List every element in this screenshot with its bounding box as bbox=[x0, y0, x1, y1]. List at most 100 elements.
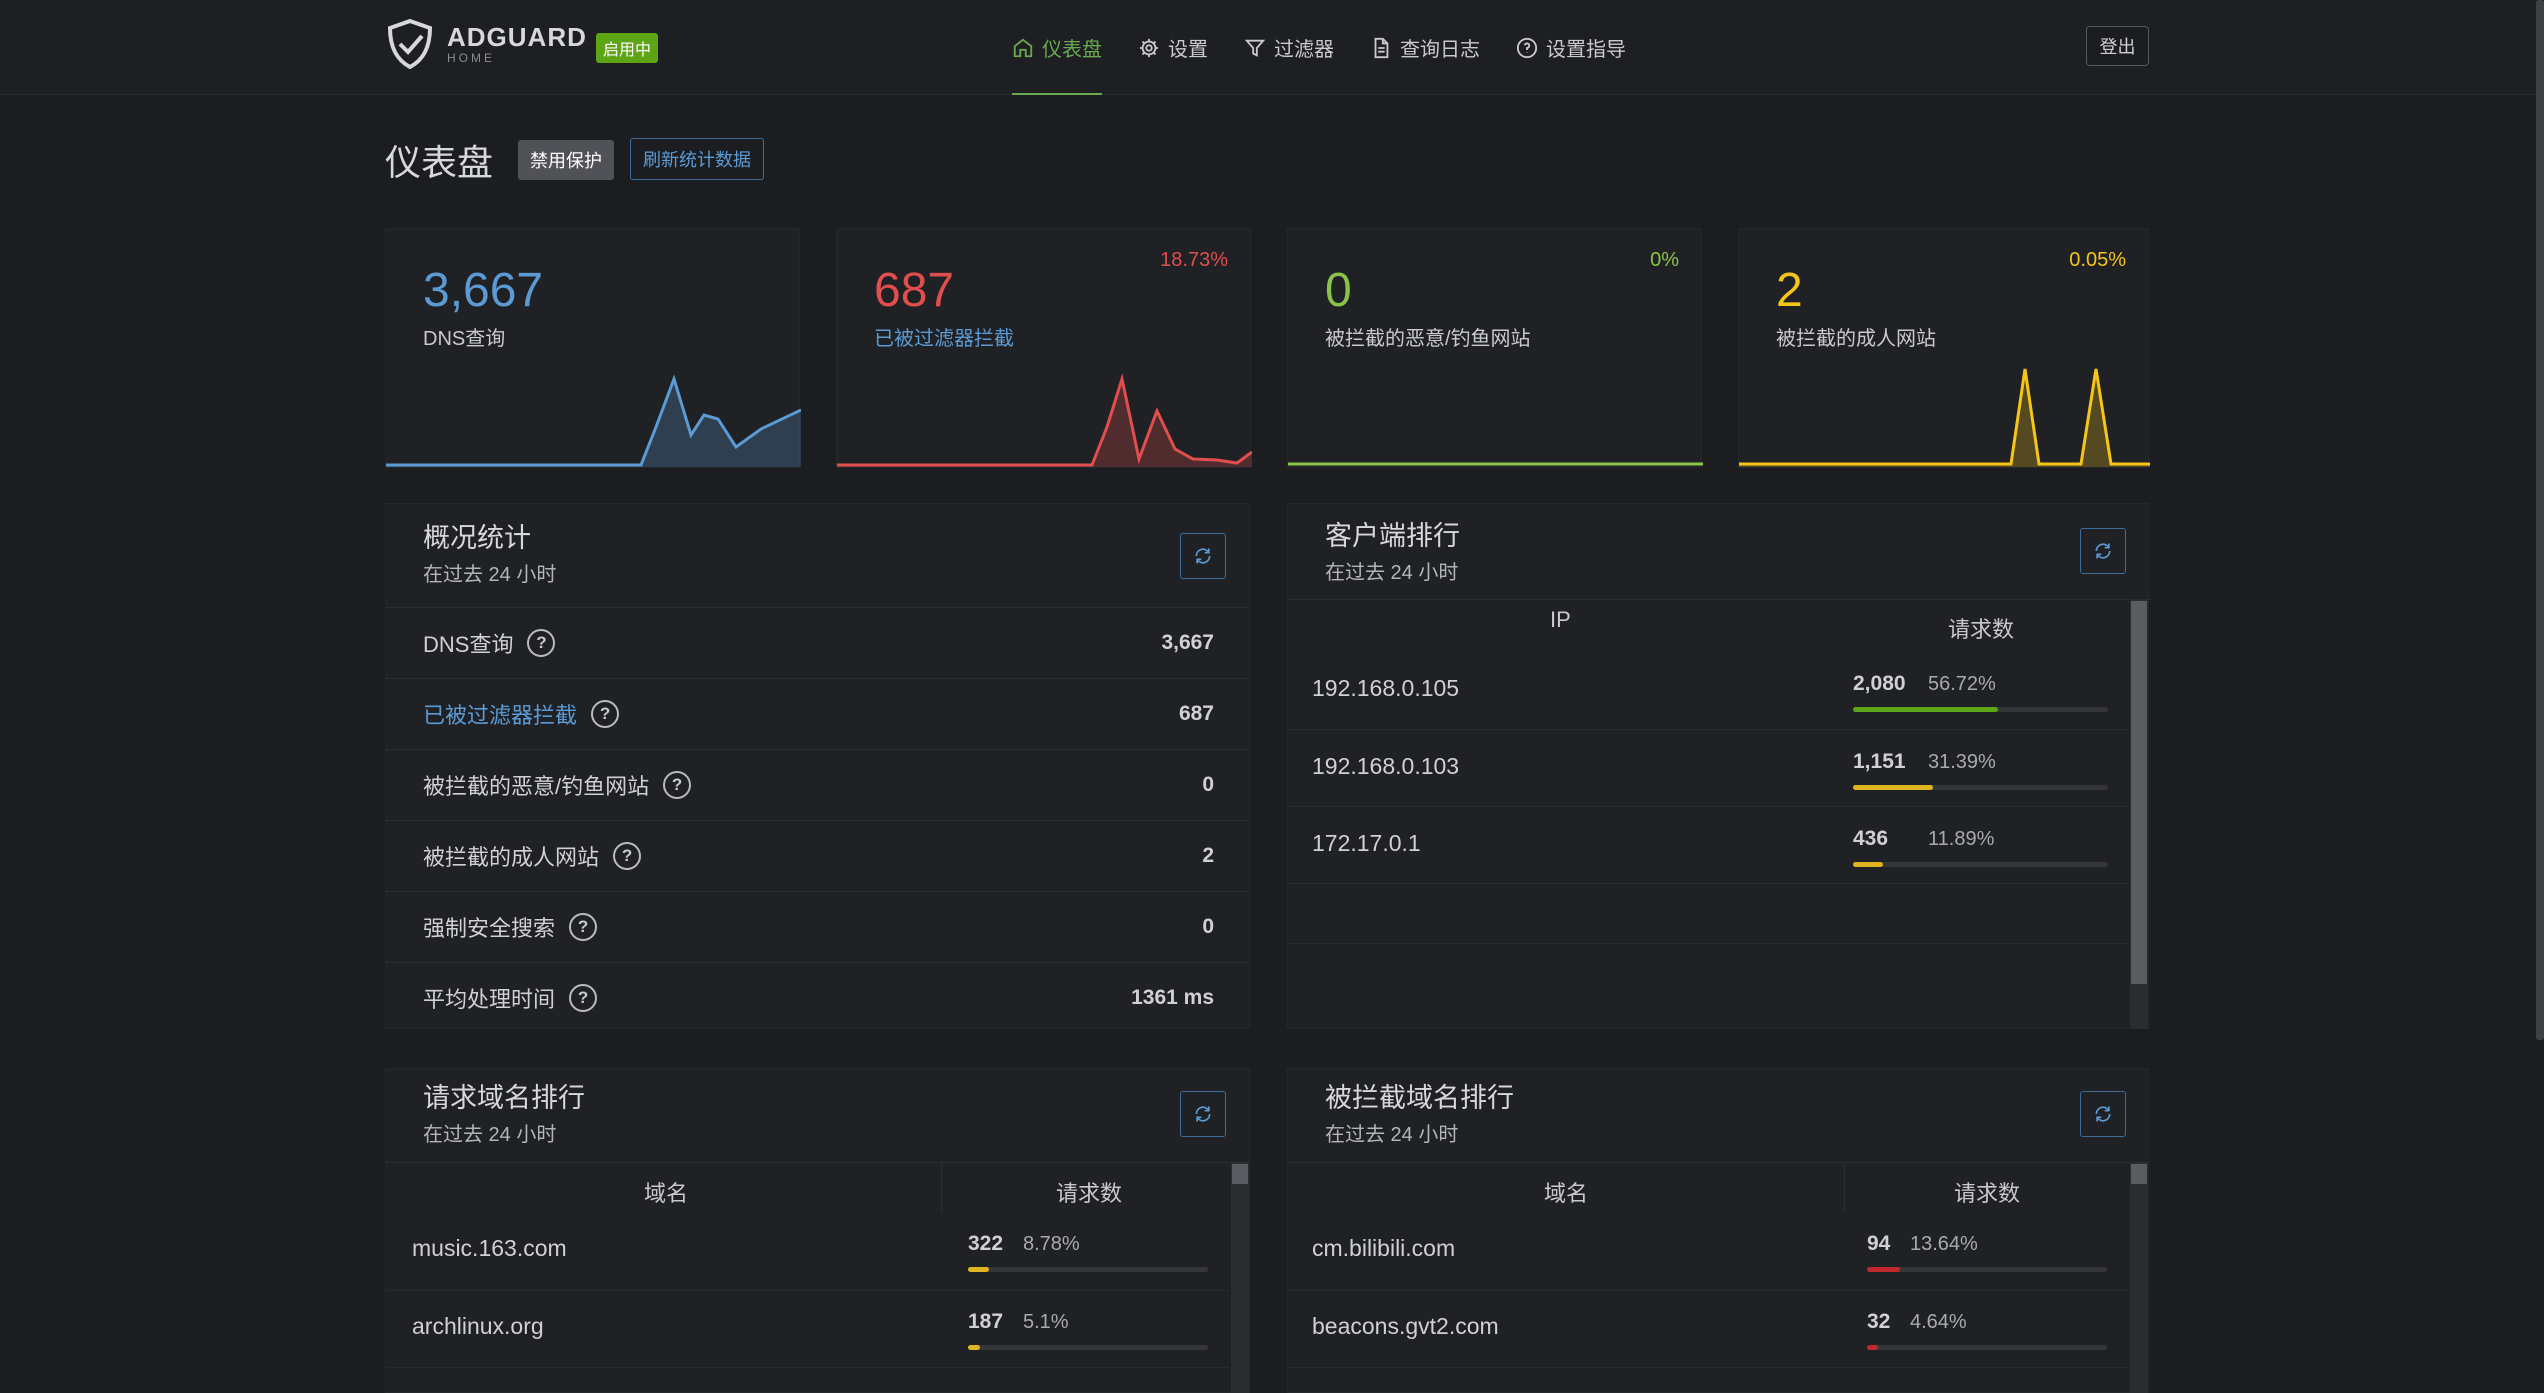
panel-subtitle: 在过去 24 小时 bbox=[423, 564, 557, 586]
panel-subtitle: 在过去 24 小时 bbox=[1325, 562, 1459, 584]
help-icon[interactable]: ? bbox=[527, 629, 556, 657]
stat-card-blocked-filters: 18.73% 687 已被过滤器拦截 bbox=[836, 228, 1252, 468]
stat-value: 3,667 bbox=[423, 264, 544, 317]
table-row[interactable]: 192.168.0.103 1,151 31.39% bbox=[1288, 729, 2128, 806]
table-row[interactable]: 192.168.0.105 2,080 56.72% bbox=[1288, 652, 2128, 729]
gear-icon bbox=[1139, 38, 1159, 57]
column-header-count[interactable]: 请求数 bbox=[1954, 1176, 2020, 1208]
table-row[interactable]: 172.17.0.1 436 11.89% bbox=[1288, 806, 2128, 883]
refresh-icon bbox=[2095, 543, 2111, 559]
request-count: 322 bbox=[968, 1232, 1004, 1255]
refresh-stats-button[interactable]: 刷新统计数据 bbox=[630, 138, 764, 180]
overview-row-malware-phishing: 被拦截的恶意/钓鱼网站? 0 bbox=[386, 749, 1250, 820]
progress-bar bbox=[1867, 1267, 2107, 1272]
progress-fill bbox=[1853, 785, 1934, 790]
page-scrollbar[interactable] bbox=[2536, 0, 2544, 1040]
nav-label: 设置指导 bbox=[1546, 39, 1626, 61]
stat-percent: 0.05% bbox=[2069, 249, 2126, 271]
nav-dashboard[interactable]: 仪表盘 bbox=[1012, 0, 1102, 95]
row-label[interactable]: 已被过滤器拦截 bbox=[423, 698, 577, 730]
brand-sub: HOME bbox=[447, 51, 495, 65]
refresh-button[interactable] bbox=[1180, 1091, 1226, 1137]
overview-stats-panel: 概况统计 在过去 24 小时 DNS查询? 3,667 已被过滤器拦截? 687… bbox=[385, 503, 1250, 1029]
domain-name: beacons.gvt2.com bbox=[1312, 1313, 1499, 1339]
help-icon[interactable]: ? bbox=[663, 771, 692, 799]
disable-protection-button[interactable]: 禁用保护 bbox=[518, 140, 614, 180]
protection-status-badge: 启用中 bbox=[596, 33, 659, 63]
logout-button[interactable]: 登出 bbox=[2086, 26, 2149, 66]
column-header-domain[interactable]: 域名 bbox=[644, 1176, 688, 1208]
table-row[interactable]: music.163.com 322 8.78% bbox=[386, 1213, 1229, 1290]
help-icon[interactable]: ? bbox=[569, 984, 598, 1012]
nav-label: 设置 bbox=[1168, 39, 1208, 61]
help-icon[interactable]: ? bbox=[569, 913, 598, 941]
nav-query-log[interactable]: 查询日志 bbox=[1370, 0, 1480, 95]
stat-percent: 0% bbox=[1650, 249, 1679, 271]
refresh-button[interactable] bbox=[2080, 528, 2126, 574]
request-percent: 8.78% bbox=[1023, 1233, 1080, 1255]
row-label: DNS查询 bbox=[423, 632, 514, 657]
nav-label: 仪表盘 bbox=[1042, 39, 1102, 61]
document-icon bbox=[1374, 37, 1389, 58]
table-row[interactable]: archlinux.org 187 5.1% bbox=[386, 1290, 1229, 1367]
row-value: 1361 ms bbox=[1131, 986, 1214, 1009]
progress-bar bbox=[1853, 785, 2108, 790]
domain-name: archlinux.org bbox=[412, 1313, 544, 1339]
scrollbar[interactable] bbox=[1231, 1162, 1249, 1393]
row-value: 687 bbox=[1178, 702, 1214, 725]
request-percent: 56.72% bbox=[1928, 673, 1996, 695]
malware-phishing-sparkline bbox=[1288, 462, 1703, 466]
request-count: 94 bbox=[1867, 1232, 1891, 1255]
progress-fill bbox=[1853, 707, 1998, 712]
nav-settings[interactable]: 设置 bbox=[1138, 0, 1208, 95]
stat-label[interactable]: 已被过滤器拦截 bbox=[874, 322, 1014, 351]
brand-name: ADGUARD bbox=[447, 22, 587, 52]
request-count: 1,151 bbox=[1853, 750, 1906, 773]
row-value: 0 bbox=[1202, 773, 1214, 796]
request-percent: 13.64% bbox=[1910, 1233, 1978, 1255]
help-icon[interactable]: ? bbox=[591, 700, 620, 728]
stat-value: 2 bbox=[1776, 264, 1803, 317]
table-row-partial[interactable] bbox=[386, 1367, 1229, 1393]
nav-label: 查询日志 bbox=[1400, 39, 1480, 61]
table-row[interactable]: beacons.gvt2.com 32 4.64% bbox=[1288, 1290, 2128, 1367]
progress-fill bbox=[1853, 862, 1884, 867]
column-header-ip[interactable]: IP bbox=[1550, 607, 1571, 633]
scrollbar-thumb[interactable] bbox=[2131, 601, 2147, 984]
column-header-count[interactable]: 请求数 bbox=[1948, 612, 2014, 644]
adult-sites-sparkline bbox=[1739, 368, 2150, 467]
scrollbar[interactable] bbox=[2130, 599, 2148, 1029]
refresh-button[interactable] bbox=[2080, 1091, 2126, 1137]
help-icon[interactable]: ? bbox=[613, 842, 642, 870]
column-header-domain[interactable]: 域名 bbox=[1544, 1176, 1588, 1208]
row-label: 强制安全搜索 bbox=[423, 916, 556, 941]
top-queried-domains-panel: 请求域名排行 在过去 24 小时 域名 请求数 music.163.com 32… bbox=[385, 1068, 1251, 1393]
overview-row-dns-queries: DNS查询? 3,667 bbox=[386, 607, 1250, 678]
nav-label: 过滤器 bbox=[1274, 39, 1334, 61]
scrollbar[interactable] bbox=[2130, 1162, 2148, 1393]
progress-bar bbox=[1853, 862, 2108, 867]
table-row-partial[interactable] bbox=[1288, 1367, 2128, 1393]
table-row[interactable]: cm.bilibili.com 94 13.64% bbox=[1288, 1213, 2128, 1290]
domain-name: music.163.com bbox=[412, 1235, 567, 1261]
column-header-count[interactable]: 请求数 bbox=[1056, 1176, 1122, 1208]
progress-fill bbox=[1867, 1267, 1900, 1272]
scrollbar-thumb[interactable] bbox=[2131, 1164, 2147, 1184]
stat-card-adult-sites: 0.05% 2 被拦截的成人网站 bbox=[1738, 228, 2150, 468]
request-count: 32 bbox=[1867, 1310, 1891, 1333]
adguard-logo[interactable]: ADGUARD HOME bbox=[385, 18, 587, 70]
nav-setup-guide[interactable]: 设置指导 bbox=[1516, 0, 1626, 95]
overview-row-adult-sites: 被拦截的成人网站? 2 bbox=[386, 820, 1250, 891]
row-label: 被拦截的恶意/钓鱼网站 bbox=[423, 774, 650, 799]
panel-title: 概况统计 bbox=[423, 523, 531, 553]
blocked-filters-sparkline bbox=[837, 373, 1252, 467]
shield-check-icon bbox=[387, 18, 433, 70]
row-value: 3,667 bbox=[1161, 631, 1214, 654]
progress-bar bbox=[968, 1345, 1208, 1350]
refresh-button[interactable] bbox=[1180, 533, 1226, 579]
nav-filters[interactable]: 过滤器 bbox=[1244, 0, 1334, 95]
request-count: 436 bbox=[1853, 827, 1889, 850]
scrollbar-thumb[interactable] bbox=[1232, 1164, 1248, 1184]
table-row-empty bbox=[1288, 943, 2128, 1020]
stat-value: 0 bbox=[1325, 264, 1352, 317]
